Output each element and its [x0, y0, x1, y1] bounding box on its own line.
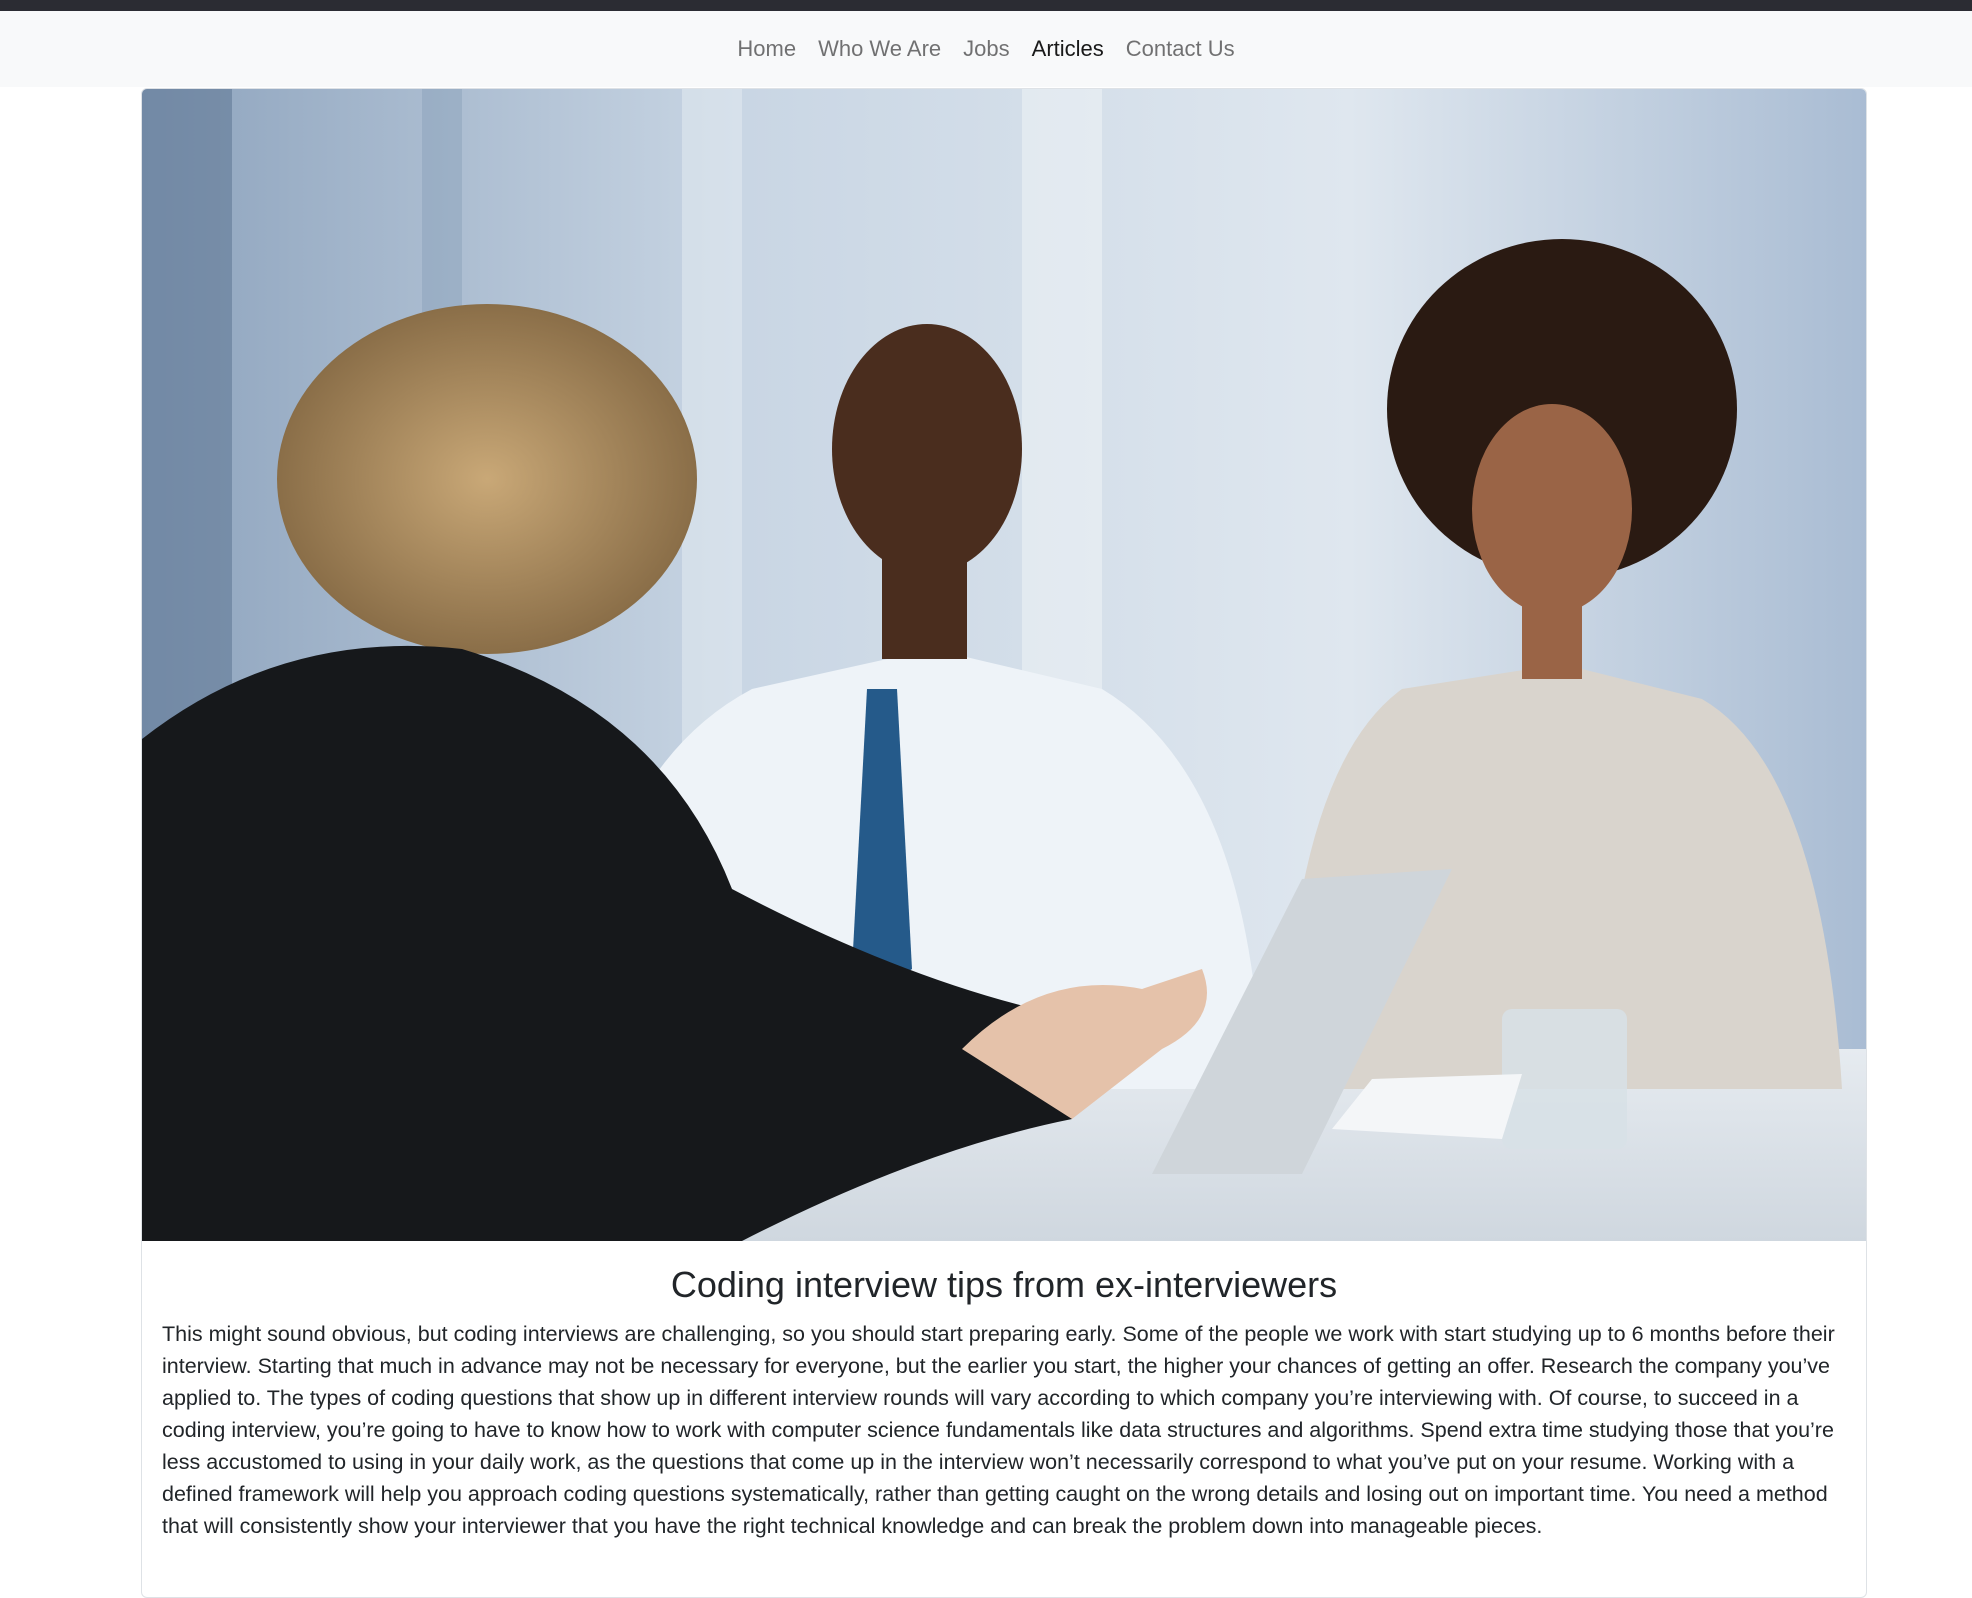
nav-who-we-are-link[interactable]: Who We Are	[818, 32, 941, 66]
nav-articles-link[interactable]: Articles	[1032, 32, 1104, 66]
main-navbar: Home Who We Are Jobs Articles Contact Us	[0, 11, 1972, 87]
article-title: Coding interview tips from ex-interviewe…	[670, 1264, 1338, 1305]
article-hero-image	[142, 89, 1866, 1241]
nav-home-link[interactable]: Home	[737, 32, 796, 66]
nav-jobs-link[interactable]: Jobs	[963, 32, 1009, 66]
browser-top-strip	[0, 0, 1972, 11]
nav-contact-us-link[interactable]: Contact Us	[1126, 32, 1235, 66]
article-card: Coding interview tips from ex-interviewe…	[141, 88, 1867, 1598]
article-body-text: This might sound obvious, but coding int…	[162, 1322, 1835, 1539]
article-card-body: Coding interview tips from ex-interviewe…	[142, 1241, 1866, 1542]
